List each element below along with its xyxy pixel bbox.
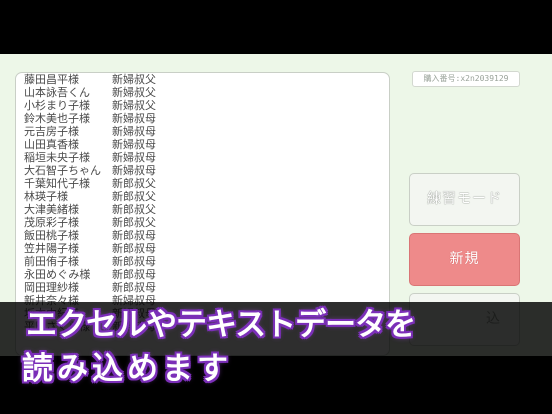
guest-row[interactable]: 藤田昌平様 新婦叔父 bbox=[24, 73, 384, 86]
guest-name: 藤田昌平様 bbox=[24, 73, 79, 86]
guest-name: 千葉知代子様 bbox=[24, 177, 90, 190]
guest-relation: 新郎叔母 bbox=[112, 268, 156, 281]
guest-name: 大石智子ちゃん bbox=[24, 164, 101, 177]
guest-row[interactable]: 茂原彩子様 新郎叔父 bbox=[24, 216, 384, 229]
new-button[interactable]: 新規 bbox=[409, 233, 520, 286]
guest-relation: 新郎叔父 bbox=[112, 216, 156, 229]
guest-row[interactable]: 笠井陽子様 新郎叔母 bbox=[24, 242, 384, 255]
guest-row[interactable]: 大石智子ちゃん 新婦叔母 bbox=[24, 164, 384, 177]
guest-name: 稲垣未央子様 bbox=[24, 151, 90, 164]
guest-relation: 新郎叔父 bbox=[112, 177, 156, 190]
guest-row[interactable]: 前田侑子様 新郎叔母 bbox=[24, 255, 384, 268]
guest-name: 飯田桃子様 bbox=[24, 229, 79, 242]
guest-relation: 新婦叔父 bbox=[112, 86, 156, 99]
guest-relation: 新婦叔母 bbox=[112, 125, 156, 138]
guest-name: 山田真香様 bbox=[24, 138, 79, 151]
guest-relation: 新郎叔父 bbox=[112, 190, 156, 203]
guest-row[interactable]: 元吉房子様 新婦叔母 bbox=[24, 125, 384, 138]
guest-relation: 新婦叔父 bbox=[112, 73, 156, 86]
guest-row[interactable]: 林瑛子様 新郎叔父 bbox=[24, 190, 384, 203]
guest-relation: 新郎叔母 bbox=[112, 229, 156, 242]
guest-name: 岡田理紗様 bbox=[24, 281, 79, 294]
caption-line-2: 読み込めます bbox=[22, 351, 232, 387]
guest-name: 鈴木美也子様 bbox=[24, 112, 90, 125]
guest-row[interactable]: 大津美緒様 新郎叔父 bbox=[24, 203, 384, 216]
guest-relation: 新郎叔母 bbox=[112, 242, 156, 255]
guest-name: 笠井陽子様 bbox=[24, 242, 79, 255]
guest-name: 山本詠吾くん bbox=[24, 86, 90, 99]
guest-row[interactable]: 山田真香様 新婦叔母 bbox=[24, 138, 384, 151]
guest-relation: 新郎叔母 bbox=[112, 281, 156, 294]
guest-relation: 新婦叔母 bbox=[112, 164, 156, 177]
guest-name: 大津美緒様 bbox=[24, 203, 79, 216]
guest-name: 林瑛子様 bbox=[24, 190, 68, 203]
guest-name: 永田めぐみ様 bbox=[24, 268, 91, 281]
guest-row[interactable]: 稲垣未央子様 新婦叔母 bbox=[24, 151, 384, 164]
guest-row[interactable]: 鈴木美也子様 新婦叔母 bbox=[24, 112, 384, 125]
guest-row[interactable]: 千葉知代子様 新郎叔父 bbox=[24, 177, 384, 190]
guest-name: 元吉房子様 bbox=[24, 125, 79, 138]
guest-row[interactable]: 山本詠吾くん 新婦叔父 bbox=[24, 86, 384, 99]
guest-relation: 新婦叔母 bbox=[112, 112, 156, 125]
guest-relation: 新婦叔母 bbox=[112, 151, 156, 164]
guest-relation: 新郎叔母 bbox=[112, 255, 156, 268]
guest-name: 前田侑子様 bbox=[24, 255, 79, 268]
practice-mode-button[interactable]: 練習モード bbox=[409, 173, 520, 226]
guest-relation: 新婦叔母 bbox=[112, 138, 156, 151]
guest-row[interactable]: 岡田理紗様 新郎叔母 bbox=[24, 281, 384, 294]
guest-row[interactable]: 飯田桃子様 新郎叔母 bbox=[24, 229, 384, 242]
guest-row[interactable]: 小杉まり子様 新婦叔父 bbox=[24, 99, 384, 112]
guest-relation: 新郎叔父 bbox=[112, 203, 156, 216]
guest-relation: 新婦叔父 bbox=[112, 99, 156, 112]
caption-line-1: エクセルやテキストデータを bbox=[26, 307, 416, 343]
purchase-id-label: 購入番号:x2n2039129 bbox=[412, 71, 520, 87]
guest-row[interactable]: 永田めぐみ様 新郎叔母 bbox=[24, 268, 384, 281]
guest-name: 小杉まり子様 bbox=[24, 99, 90, 112]
guest-name: 茂原彩子様 bbox=[24, 216, 79, 229]
